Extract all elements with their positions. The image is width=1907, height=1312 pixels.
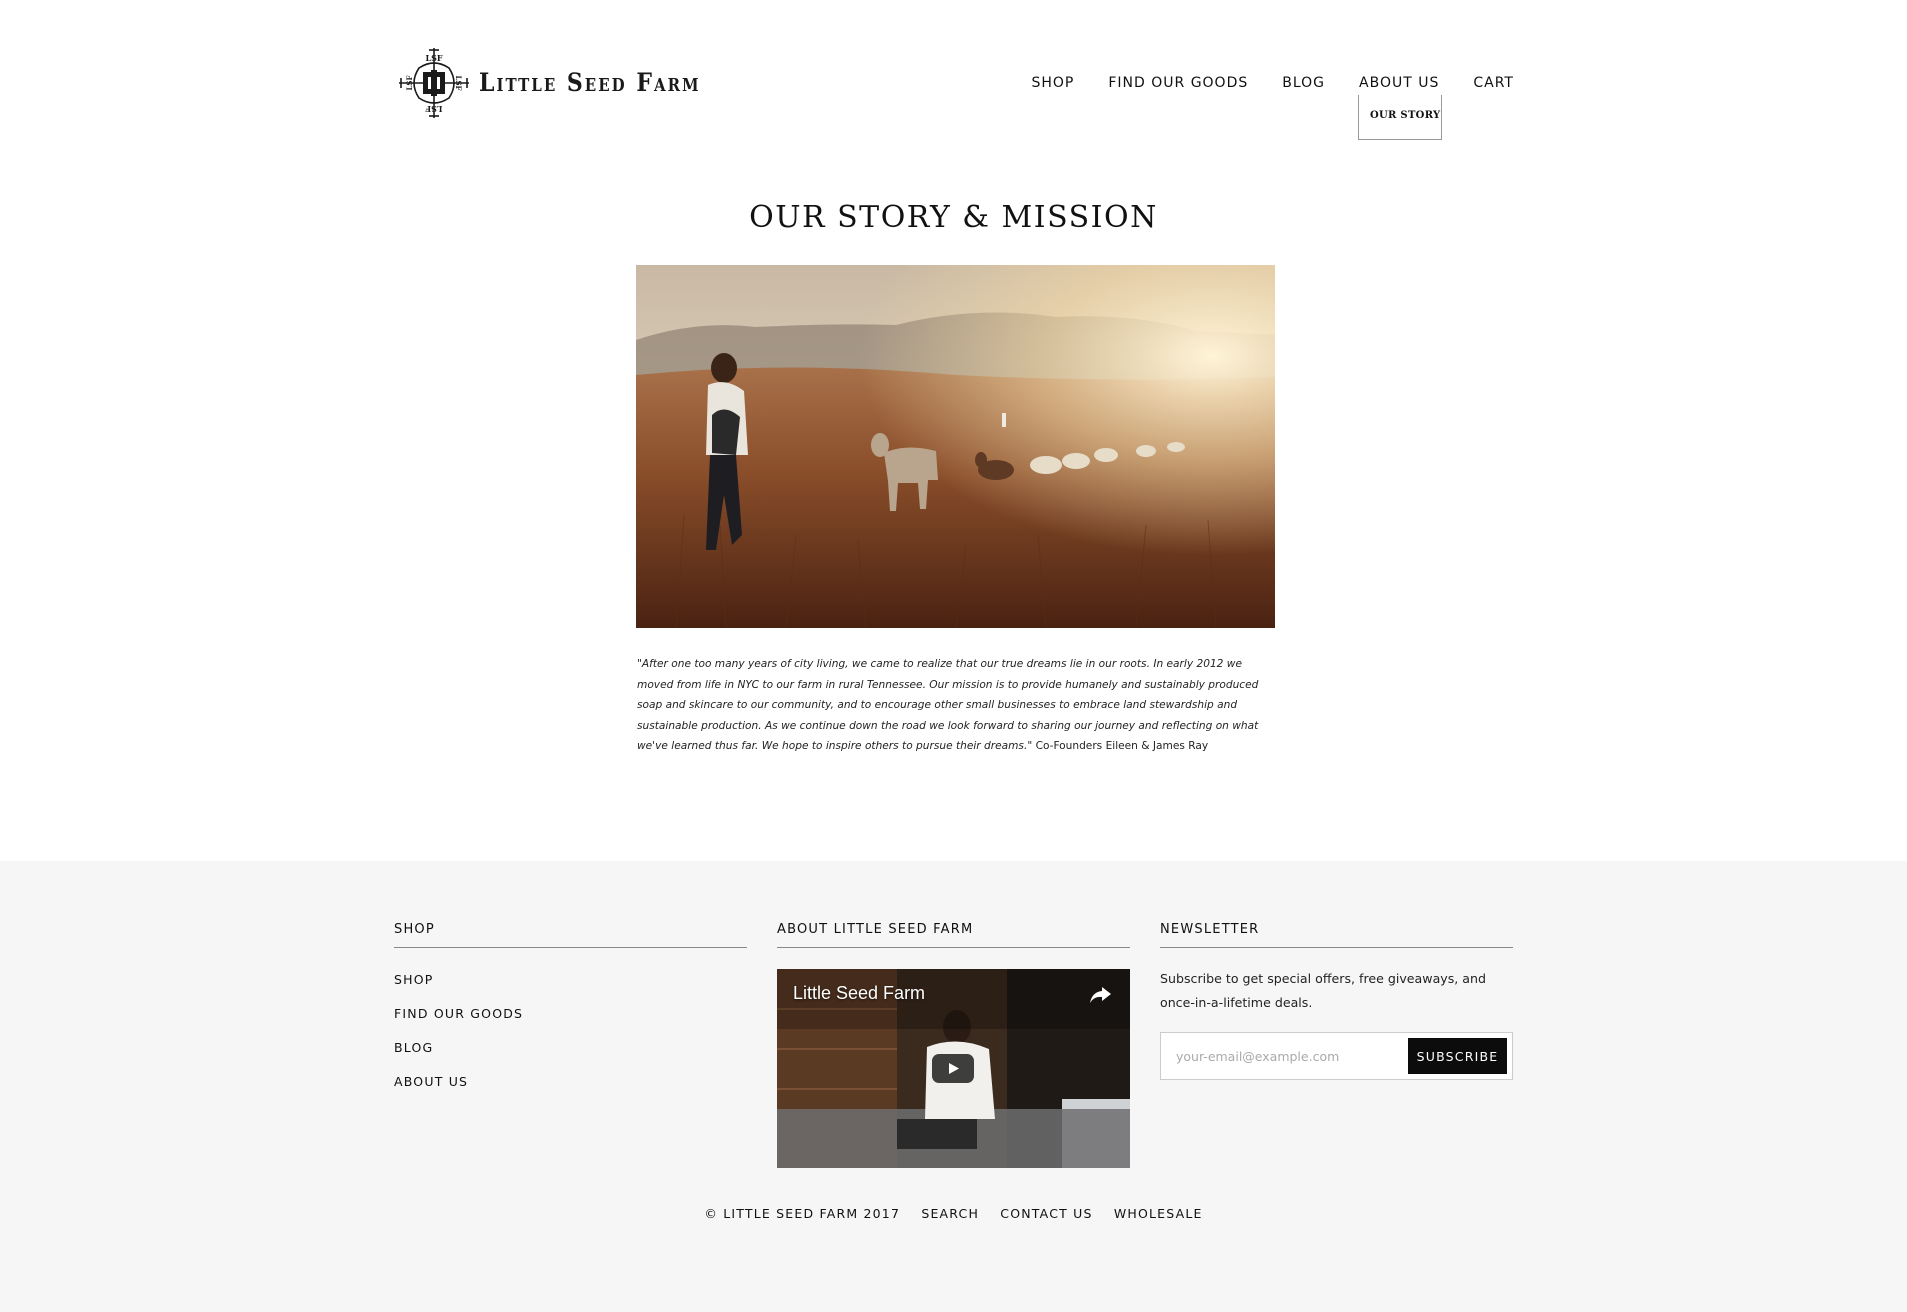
footer-link-blog[interactable]: BLOG <box>394 1040 433 1055</box>
hero-photo <box>636 265 1275 628</box>
newsletter-form: SUBSCRIBE <box>1160 1032 1513 1080</box>
footer-newsletter-rule <box>1160 947 1513 948</box>
newsletter-description: Subscribe to get special offers, free gi… <box>1160 971 1487 1010</box>
logo-emblem-icon: LSF LSF LSF LSF <box>399 48 469 118</box>
main-nav: SHOP FIND OUR GOODS BLOG ABOUT US CART <box>997 75 1514 91</box>
page-title: OUR STORY & MISSION <box>749 200 1158 235</box>
footer-link-find-our-goods[interactable]: FIND OUR GOODS <box>394 1006 523 1021</box>
footer-newsletter-heading: NEWSLETTER <box>1160 922 1260 937</box>
video-title[interactable]: Little Seed Farm <box>793 983 925 1004</box>
newsletter-email-input[interactable] <box>1162 1034 1400 1078</box>
play-icon <box>949 1063 959 1074</box>
farm-field-photo-image <box>636 265 1275 628</box>
video-play-button[interactable] <box>932 1054 974 1083</box>
footer-about-rule <box>777 947 1130 948</box>
footer-link-contact-us[interactable]: CONTACT US <box>1000 1206 1092 1221</box>
dropdown-item-our-story[interactable]: OUR STORY <box>1370 110 1440 121</box>
footer-bottom-bar: © LITTLE SEED FARM 2017 SEARCH CONTACT U… <box>0 1206 1907 1221</box>
video-embed[interactable]: Little Seed Farm <box>777 969 1130 1168</box>
copyright-text: © LITTLE SEED FARM 2017 <box>704 1206 901 1221</box>
share-icon[interactable] <box>1086 981 1114 1009</box>
footer-shop-heading: SHOP <box>394 922 435 937</box>
footer-link-shop[interactable]: SHOP <box>394 972 434 987</box>
nav-find-our-goods[interactable]: FIND OUR GOODS <box>1108 75 1248 91</box>
about-dropdown-menu: OUR STORY <box>1358 95 1442 140</box>
svg-text:LSF: LSF <box>425 104 442 114</box>
nav-shop[interactable]: SHOP <box>1031 75 1074 91</box>
footer-link-about-us[interactable]: ABOUT US <box>394 1074 468 1089</box>
site-logo[interactable]: LSF LSF LSF LSF Little Seed Farm <box>395 44 701 122</box>
nav-cart[interactable]: CART <box>1473 75 1514 91</box>
nav-blog[interactable]: BLOG <box>1282 75 1325 91</box>
svg-text:LSF: LSF <box>454 76 463 91</box>
svg-text:LSF: LSF <box>425 53 442 63</box>
svg-text:LSF: LSF <box>405 75 414 90</box>
founders-quote: "After one too many years of city living… <box>637 658 1259 753</box>
footer-link-search[interactable]: SEARCH <box>921 1206 979 1221</box>
site-header: LSF LSF LSF LSF Little Seed Farm SHOP FI… <box>0 0 1907 160</box>
story-paragraph: "After one too many years of city living… <box>637 654 1277 757</box>
nav-about-us[interactable]: ABOUT US <box>1359 75 1439 91</box>
footer-about-heading: ABOUT LITTLE SEED FARM <box>777 922 974 937</box>
footer-link-wholesale[interactable]: WHOLESALE <box>1114 1206 1203 1221</box>
subscribe-button[interactable]: SUBSCRIBE <box>1408 1038 1507 1074</box>
brand-name: Little Seed Farm <box>479 68 701 98</box>
footer-shop-rule <box>394 947 747 948</box>
founders-attribution: Co-Founders Eileen & James Ray <box>1035 740 1209 753</box>
